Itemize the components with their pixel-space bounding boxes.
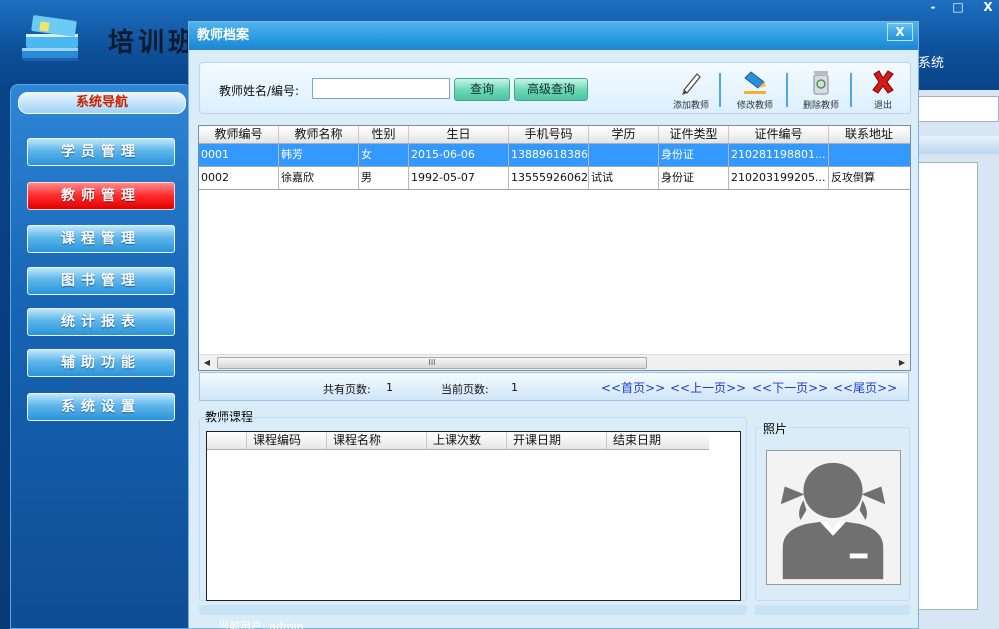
table-cell: 身份证 [659, 144, 729, 166]
table-cell: 210203199205... [729, 167, 829, 189]
edit-teacher-label: 修改教师 [736, 101, 773, 111]
search-label: 教师姓名/编号: [219, 84, 300, 98]
toolbar-separator [786, 73, 788, 107]
toolbar-separator [850, 73, 852, 107]
advanced-query-button[interactable]: 高级查询 [514, 78, 588, 101]
table-cell: 女 [359, 144, 409, 166]
books-logo-icon [22, 15, 78, 61]
search-bar: 教师姓名/编号: 查询 高级查询 添加教师 修改教师 删除教师 退出 [199, 62, 911, 114]
column-header[interactable]: 开课日期 [507, 432, 607, 449]
teacher-records-dialog: 教师档案 X 教师姓名/编号: 查询 高级查询 添加教师 修改教师 删除教师 退… [188, 21, 919, 629]
pagination-bar: 共有页数: 1 当前页数: 1 <<首页>> <<上一页>> <<下一页>> <… [199, 372, 909, 401]
edit-teacher-button[interactable]: 修改教师 [728, 68, 782, 112]
nav-item-books[interactable]: 图书管理 [27, 267, 175, 295]
nav-item-reports[interactable]: 统计报表 [27, 308, 175, 336]
pencil-icon [682, 73, 701, 95]
add-teacher-label: 添加教师 [672, 101, 709, 111]
add-teacher-button[interactable]: 添加教师 [664, 68, 718, 112]
table-cell [829, 144, 909, 166]
total-pages-value: 1 [386, 381, 393, 394]
query-button[interactable]: 查询 [454, 78, 510, 101]
table-cell: 13555926062 [509, 167, 589, 189]
column-header[interactable]: 手机号码 [509, 126, 589, 143]
current-page-label: 当前页数: [441, 383, 489, 396]
row-header-spacer [207, 432, 247, 449]
column-header[interactable]: 课程编码 [247, 432, 327, 449]
column-header[interactable]: 教师编号 [199, 126, 279, 143]
table-row[interactable]: 0001 韩芳 女 2015-06-06 13889618386 身份证 210… [199, 144, 910, 167]
column-header[interactable]: 证件编号 [729, 126, 829, 143]
edit-pen-icon [744, 71, 766, 94]
teacher-search-input[interactable] [312, 78, 450, 99]
exit-button[interactable]: 退出 [856, 68, 910, 112]
table-cell: 2015-06-06 [409, 144, 509, 166]
teacher-table-header: 教师编号 教师名称 性别 生日 手机号码 学历 证件类型 证件编号 联系地址 [199, 126, 910, 144]
background-pane-tab [918, 136, 999, 154]
table-cell [589, 144, 659, 166]
table-cell: 0002 [199, 167, 279, 189]
photo-footer [755, 605, 910, 615]
background-pane-body [918, 162, 978, 610]
background-pane-header [918, 96, 999, 122]
photo-label: 照片 [761, 420, 790, 437]
column-header[interactable]: 生日 [409, 126, 509, 143]
next-page-link[interactable]: <<下一页>> [752, 379, 828, 396]
nav-item-settings[interactable]: 系统设置 [27, 393, 175, 421]
close-window-button[interactable]: X [977, 0, 999, 14]
teacher-table: 教师编号 教师名称 性别 生日 手机号码 学历 证件类型 证件编号 联系地址 0… [198, 125, 911, 371]
column-header[interactable]: 结束日期 [607, 432, 709, 449]
avatar-placeholder-icon[interactable] [766, 450, 901, 585]
prev-page-link[interactable]: <<上一页>> [670, 379, 746, 396]
red-x-icon [872, 70, 894, 94]
nav-item-courses[interactable]: 课程管理 [27, 225, 175, 253]
horizontal-scrollbar[interactable]: ◀ III ▶ [199, 354, 910, 370]
column-header[interactable]: 上课次数 [427, 432, 507, 449]
recycle-bin-icon [813, 71, 829, 95]
nav-item-utilities[interactable]: 辅助功能 [27, 349, 175, 377]
status-bar-text: 当前用户: admin [218, 620, 304, 629]
app-title: 培训班 [108, 28, 199, 58]
current-page-value: 1 [511, 381, 518, 394]
courses-table-header: 课程编码 课程名称 上课次数 开课日期 结束日期 [207, 432, 709, 450]
column-header[interactable]: 性别 [359, 126, 409, 143]
table-cell: 男 [359, 167, 409, 189]
courses-table: 课程编码 课程名称 上课次数 开课日期 结束日期 [206, 431, 741, 601]
table-cell: 韩芳 [279, 144, 359, 166]
first-page-link[interactable]: <<首页>> [601, 379, 665, 396]
dialog-close-button[interactable]: X [887, 23, 913, 41]
nav-item-teachers[interactable]: 教师管理 [27, 182, 175, 210]
scroll-right-arrow-icon[interactable]: ▶ [896, 357, 908, 369]
scrollbar-thumb[interactable]: III [217, 357, 647, 369]
table-cell: 试试 [589, 167, 659, 189]
table-cell: 徐嘉欣 [279, 167, 359, 189]
column-header[interactable]: 课程名称 [327, 432, 427, 449]
navigation-heading: 系统导航 [18, 92, 186, 114]
last-page-link[interactable]: <<尾页>> [833, 379, 897, 396]
app-title-fragment: 系统 [918, 56, 945, 71]
table-cell: 0001 [199, 144, 279, 166]
column-header[interactable]: 联系地址 [829, 126, 909, 143]
total-pages-label: 共有页数: [323, 383, 371, 396]
delete-teacher-button[interactable]: 删除教师 [794, 68, 848, 112]
table-cell: 身份证 [659, 167, 729, 189]
minimize-button[interactable]: - [922, 0, 944, 14]
dialog-title: 教师档案 [189, 22, 918, 50]
column-header[interactable]: 证件类型 [659, 126, 729, 143]
table-row[interactable]: 0002 徐嘉欣 男 1992-05-07 13555926062 试试 身份证… [199, 167, 910, 190]
delete-teacher-label: 删除教师 [802, 101, 839, 111]
table-cell: 13889618386 [509, 144, 589, 166]
exit-label: 退出 [873, 101, 892, 111]
scroll-left-arrow-icon[interactable]: ◀ [201, 357, 213, 369]
nav-item-students[interactable]: 学员管理 [27, 138, 175, 166]
maximize-button[interactable]: □ [947, 0, 969, 14]
table-cell: 210281198801... [729, 144, 829, 166]
table-cell: 反攻倒算 [831, 171, 875, 184]
column-header[interactable]: 学历 [589, 126, 659, 143]
courses-footer [199, 605, 747, 615]
table-cell: 1992-05-07 [409, 167, 509, 189]
toolbar-separator [719, 73, 721, 107]
column-header[interactable]: 教师名称 [279, 126, 359, 143]
